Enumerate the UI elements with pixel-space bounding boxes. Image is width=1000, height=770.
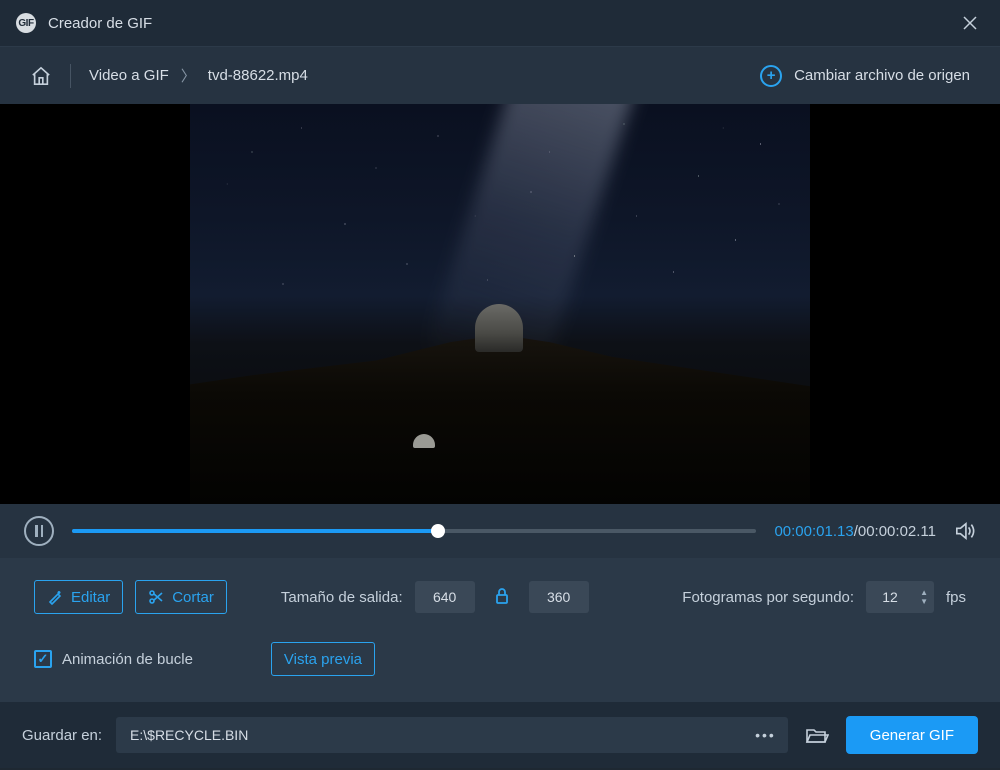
open-folder-button[interactable] (802, 725, 832, 745)
titlebar: GIF Creador de GIF (0, 0, 1000, 46)
loop-checkbox-wrap[interactable]: ✓ Animación de bucle (34, 650, 193, 668)
edit-label: Editar (71, 589, 110, 606)
output-size-label: Tamaño de salida: (281, 589, 403, 606)
pause-button[interactable] (24, 516, 54, 546)
seek-slider[interactable] (72, 529, 756, 533)
volume-button[interactable] (954, 521, 976, 541)
loop-checkbox[interactable]: ✓ (34, 650, 52, 668)
footer: Guardar en: E:\$RECYCLE.BIN ••• Generar … (0, 702, 1000, 768)
fps-down-icon[interactable]: ▼ (920, 598, 928, 606)
save-in-label: Guardar en: (22, 727, 102, 744)
scissors-icon (148, 589, 164, 605)
volume-icon (954, 521, 976, 541)
aspect-lock-button[interactable] (487, 588, 517, 607)
loop-label: Animación de bucle (62, 651, 193, 668)
preview-label: Vista previa (284, 651, 362, 668)
fps-up-icon[interactable]: ▲ (920, 589, 928, 597)
fps-stepper[interactable]: 12 ▲ ▼ (866, 581, 934, 613)
browse-path-button[interactable]: ••• (753, 727, 778, 743)
window-title: Creador de GIF (48, 15, 152, 32)
cut-label: Cortar (172, 589, 214, 606)
fps-label: Fotogramas por segundo: (682, 589, 854, 606)
edit-button[interactable]: Editar (34, 580, 123, 614)
save-path-field[interactable]: E:\$RECYCLE.BIN ••• (116, 717, 788, 753)
wand-icon (47, 589, 63, 605)
nav-row: Video a GIF 〉 tvd-88622.mp4 + Cambiar ar… (0, 46, 1000, 104)
options-panel: Editar Cortar Tamaño de salida: 640 360 … (0, 558, 1000, 702)
playback-row: 00:00:01.13/00:00:02.11 (0, 504, 1000, 558)
current-time: 00:00:01.13 (774, 523, 853, 540)
lock-icon (495, 588, 509, 604)
breadcrumb-file: tvd-88622.mp4 (208, 67, 308, 84)
seek-thumb[interactable] (431, 524, 445, 538)
change-source-label: Cambiar archivo de origen (794, 67, 970, 84)
close-button[interactable] (958, 11, 982, 35)
seek-fill (72, 529, 438, 533)
app-logo-icon: GIF (16, 13, 36, 33)
fps-value: 12 (866, 589, 914, 605)
video-preview-area (0, 104, 1000, 504)
home-icon (30, 66, 52, 86)
time-display: 00:00:01.13/00:00:02.11 (774, 523, 936, 540)
width-input[interactable]: 640 (415, 581, 475, 613)
video-canvas[interactable] (190, 104, 810, 504)
plus-circle-icon: + (760, 65, 782, 87)
chevron-right-icon: 〉 (181, 65, 196, 86)
separator (70, 64, 71, 88)
folder-open-icon (805, 725, 829, 745)
pause-icon (35, 525, 43, 537)
change-source-button[interactable]: + Cambiar archivo de origen (760, 65, 970, 87)
total-time: 00:00:02.11 (858, 523, 936, 540)
cut-button[interactable]: Cortar (135, 580, 227, 614)
home-button[interactable] (30, 66, 52, 86)
generate-label: Generar GIF (870, 727, 954, 744)
breadcrumb-root[interactable]: Video a GIF (89, 67, 169, 84)
generate-button[interactable]: Generar GIF (846, 716, 978, 754)
preview-button[interactable]: Vista previa (271, 642, 375, 676)
height-input[interactable]: 360 (529, 581, 589, 613)
check-icon: ✓ (38, 651, 49, 667)
fps-unit: fps (946, 589, 966, 606)
close-icon (962, 15, 978, 31)
decor-observatory (475, 304, 523, 352)
save-path-value: E:\$RECYCLE.BIN (130, 727, 248, 743)
